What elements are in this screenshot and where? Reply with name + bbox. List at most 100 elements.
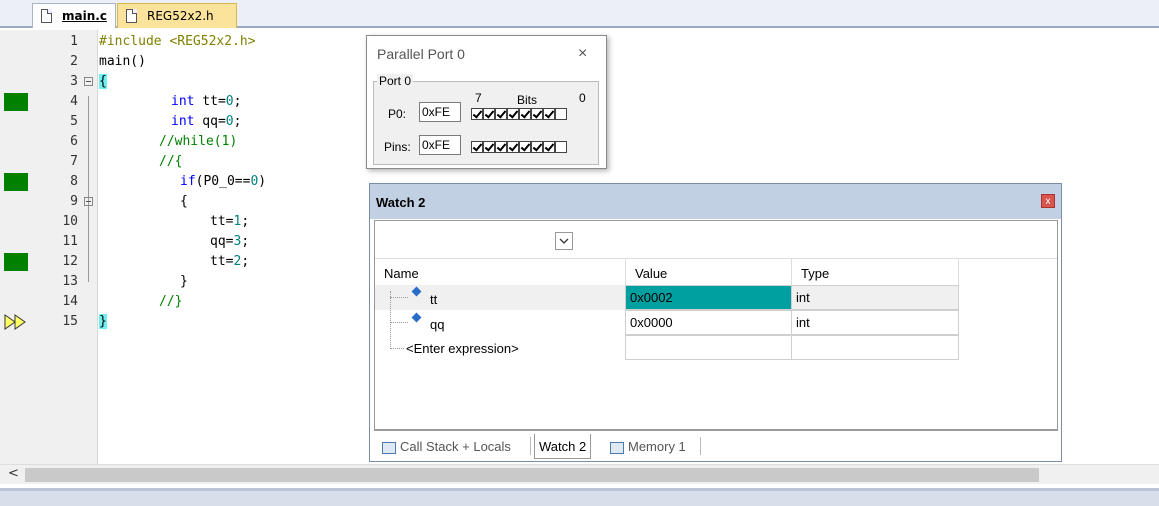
watch-var-type: int [791, 310, 959, 335]
table-row[interactable] [375, 310, 625, 335]
tree-line [390, 322, 408, 323]
bit-checkbox[interactable] [507, 108, 519, 120]
bit-checkbox[interactable] [555, 108, 567, 120]
pins-label: Pins: [384, 140, 411, 154]
code-fragment: ; [233, 114, 242, 129]
comment: //} [159, 294, 183, 309]
p0-bit-checkboxes [471, 108, 567, 120]
column-header-value[interactable]: Value [635, 261, 667, 285]
keyword: int [171, 114, 195, 129]
code-text: } [180, 274, 188, 289]
code-line: 7 //{ [0, 152, 360, 172]
line-number: 5 [70, 114, 78, 129]
tab-label: Call Stack + Locals [400, 439, 511, 454]
watch-toolbar [375, 221, 1057, 259]
bits-label: Bits [517, 93, 538, 107]
tab-main-c[interactable]: main.c [32, 3, 116, 28]
bit-checkbox[interactable] [495, 141, 507, 153]
enter-expression-input[interactable]: <Enter expression> [406, 336, 519, 360]
editor-tab-bar: main.c REG52x2.h [0, 0, 1159, 28]
watch-var-value[interactable]: 0x0002 [625, 285, 792, 310]
scope-dropdown[interactable] [555, 232, 573, 250]
bit-checkbox[interactable] [507, 141, 519, 153]
scroll-left-icon[interactable]: < [8, 466, 19, 481]
code-text: } [99, 312, 107, 332]
line-number: 7 [70, 154, 78, 169]
fold-toggle[interactable] [84, 72, 93, 92]
code-fragment: tt= [194, 94, 226, 109]
horizontal-scrollbar[interactable]: < [0, 464, 1159, 484]
code-text: if(P0_0==0) [180, 172, 266, 192]
pins-value-field[interactable]: 0xFE [419, 135, 461, 155]
code-text: qq=3; [210, 232, 249, 252]
dialog-title: Parallel Port 0 [377, 46, 465, 62]
line-number: 12 [62, 254, 78, 269]
pins-bit-checkboxes [471, 141, 567, 153]
breakpoint-marker[interactable] [4, 93, 28, 111]
fold-toggle[interactable] [84, 192, 93, 212]
bit-checkbox[interactable] [471, 141, 483, 153]
watch-var-name[interactable]: tt [430, 287, 437, 311]
bit-checkbox[interactable] [555, 141, 567, 153]
code-fragment: tt= [210, 214, 234, 229]
p0-value-field[interactable]: 0xFE [419, 102, 461, 122]
code-line: 4 int tt=0; [0, 92, 360, 112]
collapse-icon[interactable] [84, 77, 93, 86]
bit-checkbox[interactable] [531, 108, 543, 120]
group-label: Port 0 [377, 74, 414, 88]
tree-line [390, 348, 404, 349]
tree-line [390, 297, 408, 298]
watch-grid: Name Value Type tt 0x0002 int qq 0x0000 … [374, 220, 1058, 430]
tab-label: Watch 2 [539, 439, 587, 454]
bit-checkbox[interactable] [495, 108, 507, 120]
code-line: 10 tt=1; [0, 212, 360, 232]
bit-checkbox[interactable] [483, 141, 495, 153]
code-fragment: ) [258, 174, 267, 189]
watch-var-value[interactable]: 0x0000 [625, 310, 792, 335]
bit-checkbox[interactable] [519, 141, 531, 153]
close-icon[interactable]: × [578, 45, 587, 63]
bit-checkbox[interactable] [483, 108, 495, 120]
current-instruction-arrow-icon [4, 314, 26, 330]
line-number: 15 [62, 314, 78, 329]
ide-window: main.c REG52x2.h 1 #include <REG52x2.h> … [0, 0, 1159, 506]
tab-call-stack-locals[interactable]: Call Stack + Locals [378, 434, 515, 459]
column-divider [625, 259, 626, 285]
code-line: 1 #include <REG52x2.h> [0, 32, 360, 52]
line-number: 13 [62, 274, 78, 289]
watch-var-name[interactable]: qq [430, 312, 444, 336]
close-icon[interactable]: x [1041, 194, 1055, 208]
column-header-type[interactable]: Type [801, 261, 829, 285]
code-fragment: ; [241, 214, 250, 229]
code-fragment: ; [241, 254, 250, 269]
scrollbar-thumb[interactable] [25, 468, 1039, 482]
tab-label: Memory 1 [628, 439, 686, 454]
code-line: 5 int qq=0; [0, 112, 360, 132]
column-divider [958, 259, 959, 285]
column-header-name[interactable]: Name [384, 261, 419, 285]
watch-tab-strip: Call Stack + Locals Watch 2 Memory 1 [374, 430, 1058, 459]
code-text: int qq=0; [171, 112, 241, 132]
tab-memory-1[interactable]: Memory 1 [606, 434, 690, 459]
code-fragment: (P0_0== [195, 174, 251, 189]
bit-checkbox[interactable] [519, 108, 531, 120]
code-fragment: ; [233, 94, 242, 109]
watch-window: Watch 2 x Name Value Type tt 0x0002 int [369, 183, 1062, 462]
watch-title: Watch 2 [370, 184, 1061, 219]
tab-label: REG52x2.h [147, 9, 214, 23]
bit-checkbox[interactable] [471, 108, 483, 120]
parallel-port-dialog: Parallel Port 0 × Port 0 7 Bits 0 P0: 0x… [366, 35, 607, 169]
watch-var-value[interactable] [625, 335, 792, 360]
bit-checkbox[interactable] [543, 108, 555, 120]
breakpoint-marker[interactable] [4, 173, 28, 191]
bit-checkbox[interactable] [543, 141, 555, 153]
code-text: { [180, 194, 188, 209]
file-icon [41, 9, 52, 23]
line-number: 2 [70, 54, 78, 69]
tab-reg52x2-h[interactable]: REG52x2.h [117, 3, 237, 28]
collapse-icon[interactable] [84, 197, 93, 206]
bit-checkbox[interactable] [531, 141, 543, 153]
tab-watch-2[interactable]: Watch 2 [534, 434, 592, 459]
code-fragment: qq= [194, 114, 226, 129]
breakpoint-marker[interactable] [4, 253, 28, 271]
